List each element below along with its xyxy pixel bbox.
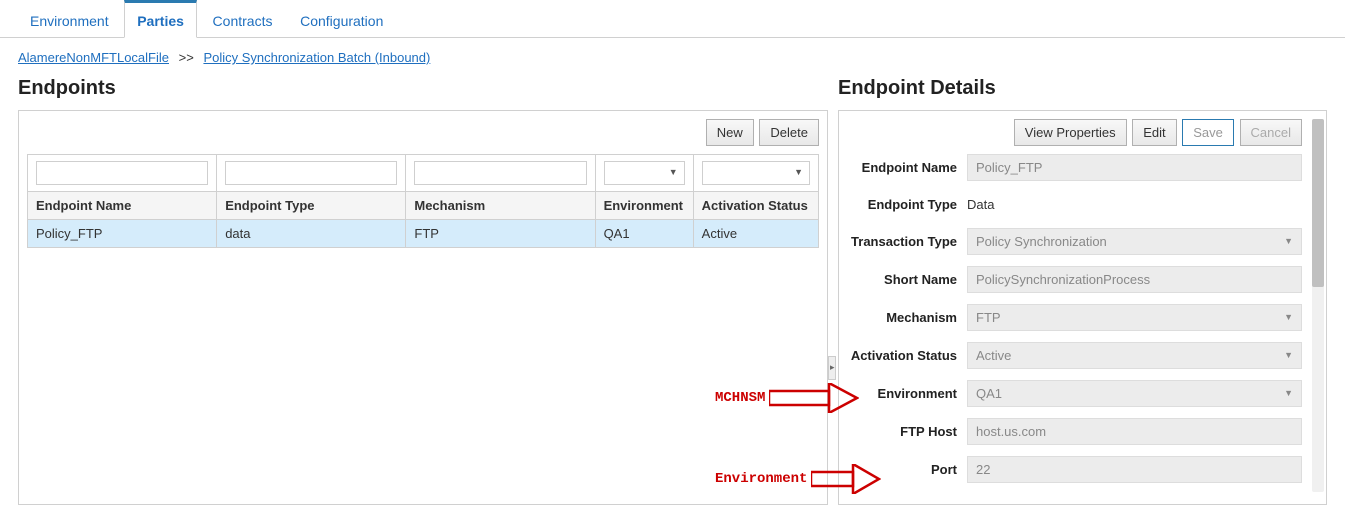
annotation-mechanism: MCHNSM [715,383,859,413]
filter-type[interactable] [225,161,397,185]
breadcrumb-leaf[interactable]: Policy Synchronization Batch (Inbound) [203,50,430,65]
label-transaction-type: Transaction Type [847,234,967,249]
annotation-mechanism-text: MCHNSM [715,390,765,406]
field-transaction-type[interactable]: Policy Synchronization [967,228,1302,255]
col-endpoint-type[interactable]: Endpoint Type [217,192,406,220]
save-button[interactable]: Save [1182,119,1234,146]
tab-configuration[interactable]: Configuration [288,3,395,37]
field-mechanism[interactable]: FTP [967,304,1302,331]
label-endpoint-type: Endpoint Type [847,197,967,212]
field-environment[interactable]: QA1 [967,380,1302,407]
new-button[interactable]: New [706,119,754,146]
breadcrumb-sep: >> [179,50,194,65]
endpoint-details-panel: View Properties Edit Save Cancel Endpoin… [838,110,1327,505]
tab-parties[interactable]: Parties [124,0,197,38]
cancel-button[interactable]: Cancel [1240,119,1302,146]
endpoints-title: Endpoints [18,77,828,100]
filter-environment[interactable] [604,161,685,185]
table-row[interactable]: Policy_FTP data FTP QA1 Active [28,220,819,248]
field-short-name[interactable]: PolicySynchronizationProcess [967,266,1302,293]
breadcrumb-root[interactable]: AlamereNonMFTLocalFile [18,50,169,65]
breadcrumb: AlamereNonMFTLocalFile >> Policy Synchro… [0,38,1345,71]
field-endpoint-type: Data [967,192,1302,217]
label-environment: Environment [847,386,967,401]
label-activation-status: Activation Status [847,348,967,363]
endpoints-panel: New Delete Endpoint Name Endpoint Type [18,110,828,505]
col-mechanism[interactable]: Mechanism [406,192,595,220]
cell-environment: QA1 [595,220,693,248]
edit-button[interactable]: Edit [1132,119,1176,146]
delete-button[interactable]: Delete [759,119,819,146]
cell-activation: Active [693,220,818,248]
endpoint-details-title: Endpoint Details [838,77,1327,100]
tab-environment[interactable]: Environment [18,3,121,37]
scrollbar[interactable] [1312,119,1324,492]
splitter-handle[interactable] [828,356,836,380]
endpoints-table: Endpoint Name Endpoint Type Mechanism En… [27,154,819,248]
cell-name: Policy_FTP [28,220,217,248]
col-environment[interactable]: Environment [595,192,693,220]
arrow-icon [811,464,881,494]
label-short-name: Short Name [847,272,967,287]
field-port[interactable]: 22 [967,456,1302,483]
field-activation-status[interactable]: Active [967,342,1302,369]
arrow-icon [769,383,859,413]
field-endpoint-name[interactable]: Policy_FTP [967,154,1302,181]
label-ftp-host: FTP Host [847,424,967,439]
cell-mechanism: FTP [406,220,595,248]
field-ftp-host[interactable]: host.us.com [967,418,1302,445]
view-properties-button[interactable]: View Properties [1014,119,1127,146]
filter-mechanism[interactable] [414,161,586,185]
cell-type: data [217,220,406,248]
col-activation[interactable]: Activation Status [693,192,818,220]
annotation-environment-text: Environment [715,471,807,487]
label-endpoint-name: Endpoint Name [847,160,967,175]
col-endpoint-name[interactable]: Endpoint Name [28,192,217,220]
label-mechanism: Mechanism [847,310,967,325]
tab-contracts[interactable]: Contracts [201,3,285,37]
annotation-environment: Environment [715,464,881,494]
filter-activation[interactable] [702,161,810,185]
filter-name[interactable] [36,161,208,185]
